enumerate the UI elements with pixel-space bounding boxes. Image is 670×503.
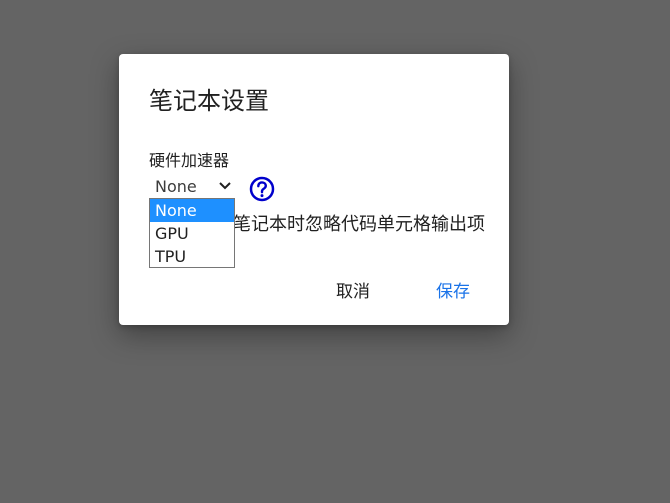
dropdown-option-gpu[interactable]: GPU — [150, 222, 234, 245]
save-button[interactable]: 保存 — [436, 280, 470, 304]
hardware-accelerator-dropdown: None GPU TPU — [149, 198, 235, 268]
chevron-down-icon — [219, 182, 231, 190]
dialog-title: 笔记本设置 — [149, 87, 269, 115]
select-value: None — [155, 177, 197, 196]
cancel-button[interactable]: 取消 — [336, 280, 370, 304]
hardware-accelerator-label: 硬件加速器 — [149, 151, 230, 170]
notebook-settings-dialog: 笔记本设置 硬件加速器 None 笔记本时忽略代码单元格输出项 取消 保存 — [119, 54, 509, 325]
dropdown-option-none[interactable]: None — [150, 199, 234, 222]
hardware-accelerator-select[interactable]: None — [150, 176, 236, 198]
help-icon[interactable] — [249, 176, 275, 202]
dropdown-option-tpu[interactable]: TPU — [150, 245, 234, 268]
